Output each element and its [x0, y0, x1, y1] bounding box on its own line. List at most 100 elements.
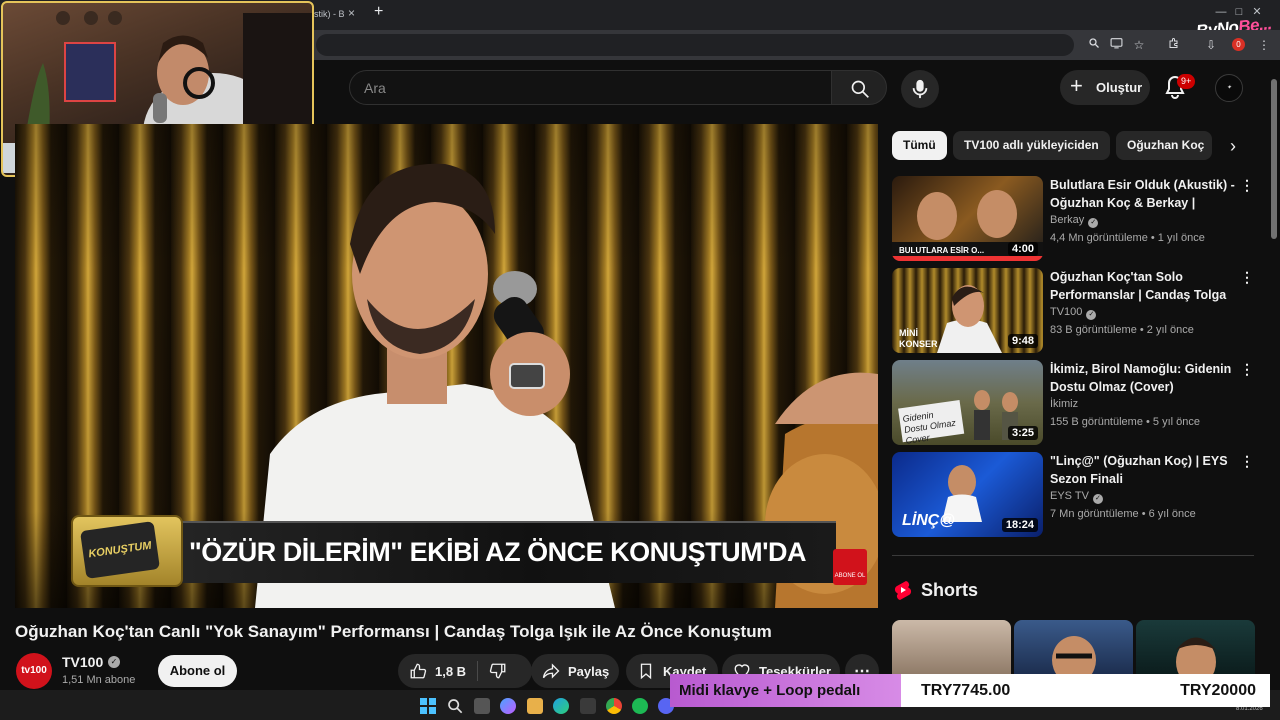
like-count: 1,8 B [435, 664, 467, 679]
bookmark-icon [640, 663, 652, 680]
recommendation-channel[interactable]: EYS TV ✓ [1050, 490, 1103, 504]
channel-label: EYS TV [1050, 490, 1089, 502]
share-icon [542, 663, 560, 679]
recommendation-channel[interactable]: Berkay ✓ [1050, 214, 1099, 228]
video-thumbnail[interactable]: Gidenin Dostu Olmaz Cover 3:25 [892, 360, 1043, 445]
section-divider [892, 555, 1254, 556]
chrome-menu-icon[interactable]: ⋮ [1256, 37, 1272, 53]
minimize-icon[interactable]: — [1212, 6, 1230, 18]
kebab-menu-icon[interactable]: ⋮ [1240, 452, 1254, 470]
short-art [1052, 636, 1096, 680]
thumbnail-caption: Gidenin Dostu Olmaz Cover [901, 409, 957, 445]
search-button[interactable] [831, 70, 887, 105]
share-label: Paylaş [568, 664, 610, 679]
like-button[interactable]: 1,8 B [398, 654, 477, 688]
video-thumbnail[interactable]: MİNİ KONSER 9:48 [892, 268, 1043, 353]
recommendation-title[interactable]: "Linç@" (Oğuzhan Koç) | EYS Sezon Finali [1050, 452, 1235, 488]
lower-third-text: "ÖZÜR DİLERİM" EKİBİ AZ ÖNCE KONUŞTUM'DA [189, 537, 807, 567]
channel-avatar[interactable]: tv100 [16, 653, 52, 689]
voice-search-button[interactable] [901, 70, 939, 108]
thumbs-up-icon [410, 663, 427, 679]
file-explorer-icon[interactable] [527, 698, 543, 714]
profile-badge[interactable]: 0 [1232, 38, 1245, 51]
channel-name[interactable]: TV100 [62, 654, 103, 670]
browser-tab-title[interactable]: stik) - B [314, 9, 345, 19]
video-thumbnail[interactable]: LİNÇ@ 18:24 [892, 452, 1043, 537]
dislike-button[interactable] [478, 654, 532, 688]
chip-oguzhan-koc[interactable]: Oğuzhan Koç [1116, 131, 1212, 160]
tab-close-icon[interactable]: × [348, 6, 355, 20]
verified-check-icon: ✓ [1092, 494, 1103, 504]
account-avatar[interactable]: ✦ [1215, 74, 1243, 102]
chip-from-uploader[interactable]: TV100 adlı yükleyiciden [953, 131, 1110, 160]
task-view-icon[interactable] [474, 698, 490, 714]
duration-badge: 3:25 [1007, 426, 1038, 440]
kebab-menu-icon[interactable]: ⋮ [1240, 360, 1254, 378]
channel-label: Berkay [1050, 214, 1085, 226]
subscriber-count: 1,51 Mn abone [62, 674, 136, 686]
short-thumbnail[interactable] [1014, 620, 1133, 680]
scrollbar-thumb[interactable] [1271, 79, 1277, 239]
recommendation-item[interactable]: BULUTLARA ESİR O... 4:00 Bulutlara Esir … [892, 176, 1262, 262]
recommendation-channel[interactable]: İkimiz [1050, 398, 1078, 410]
recommendation-item[interactable]: LİNÇ@ 18:24 "Linç@" (Oğuzhan Koç) | EYS … [892, 452, 1262, 538]
video-title: Oğuzhan Koç'tan Canlı "Yok Sanayım" Perf… [15, 622, 772, 641]
chrome-icon[interactable] [606, 698, 622, 714]
show-logo-text: KONUŞTUM [80, 521, 160, 579]
url-field[interactable] [316, 34, 1074, 56]
create-button[interactable]: + Oluştur [1060, 70, 1150, 105]
donation-current-amount: TRY7745.00 [921, 682, 1011, 699]
like-dislike-group: 1,8 B [398, 654, 532, 688]
video-player[interactable]: "ÖZÜR DİLERİM" EKİBİ AZ ÖNCE KONUŞTUM'DA… [15, 124, 878, 608]
short-thumbnail[interactable] [892, 620, 1011, 680]
search-icon [851, 80, 869, 98]
kebab-menu-icon[interactable]: ⋮ [1240, 268, 1254, 286]
channel-corner-logo: ABONE OL [833, 549, 867, 585]
taskbar-search-icon[interactable] [447, 698, 463, 714]
short-thumbnail[interactable] [1136, 620, 1255, 680]
thumbnail-caption: LİNÇ@ [902, 512, 955, 529]
short-art [1176, 637, 1216, 680]
subscribe-button[interactable]: Abone ol [158, 655, 237, 687]
verified-check-icon: ✓ [108, 656, 120, 668]
chip-all[interactable]: Tümü [892, 131, 947, 160]
recommendation-title[interactable]: Bulutlara Esir Olduk (Akustik) - Oğuzhan… [1050, 176, 1235, 212]
recommendation-title[interactable]: İkimiz, Birol Namoğlu: Gidenin Dostu Olm… [1050, 360, 1235, 396]
notification-count-badge: 9+ [1177, 74, 1196, 89]
recommendation-channel[interactable]: TV100 ✓ [1050, 306, 1097, 320]
duration-badge: 9:48 [1007, 334, 1038, 348]
new-tab-button[interactable]: + [374, 3, 383, 21]
cast-icon[interactable] [1108, 37, 1124, 53]
duration-badge: 18:24 [1001, 518, 1038, 532]
recommendation-title[interactable]: Oğuzhan Koç'tan Solo Performanslar | Can… [1050, 268, 1235, 304]
share-button[interactable]: Paylaş [531, 654, 619, 688]
search-input[interactable] [364, 71, 804, 104]
windows-start-icon[interactable] [420, 698, 436, 714]
store-icon[interactable] [580, 698, 596, 714]
recommendation-item[interactable]: MİNİ KONSER 9:48 Oğuzhan Koç'tan Solo Pe… [892, 268, 1262, 354]
recommendation-meta: 7 Mn görüntüleme • 6 yıl önce [1050, 508, 1196, 520]
chevron-right-icon[interactable]: › [1220, 133, 1246, 159]
verified-check-icon: ✓ [1088, 218, 1099, 228]
recommendation-meta: 4,4 Mn görüntüleme • 1 yıl önce [1050, 232, 1205, 244]
spotify-icon[interactable] [632, 698, 648, 714]
kebab-menu-icon[interactable]: ⋮ [1240, 176, 1254, 194]
recommendation-meta: 155 B görüntüleme • 5 yıl önce [1050, 416, 1200, 428]
search-box [349, 70, 831, 105]
video-thumbnail[interactable]: BULUTLARA ESİR O... 4:00 [892, 176, 1043, 261]
downloads-icon[interactable]: ⇩ [1203, 37, 1219, 53]
edge-icon[interactable] [553, 698, 569, 714]
donation-goal-label: Midi klavye + Loop pedalı [670, 674, 901, 707]
verified-check-icon: ✓ [1086, 310, 1097, 320]
extensions-icon[interactable] [1166, 37, 1182, 53]
bookmark-star-icon[interactable]: ☆ [1131, 37, 1147, 53]
recommendation-item[interactable]: Gidenin Dostu Olmaz Cover 3:25 İkimiz, B… [892, 360, 1262, 446]
donation-goal-bar: Midi klavye + Loop pedalı TRY7745.00 TRY… [670, 674, 1270, 707]
duration-badge: 4:00 [1007, 242, 1038, 256]
lower-third-banner: "ÖZÜR DİLERİM" EKİBİ AZ ÖNCE KONUŞTUM'DA [73, 521, 836, 583]
show-logo: KONUŞTUM [71, 515, 183, 587]
zoom-icon[interactable] [1086, 37, 1102, 53]
page-scrollbar[interactable] [1270, 65, 1278, 685]
copilot-icon[interactable] [500, 698, 516, 714]
thumbs-down-icon [489, 663, 506, 679]
